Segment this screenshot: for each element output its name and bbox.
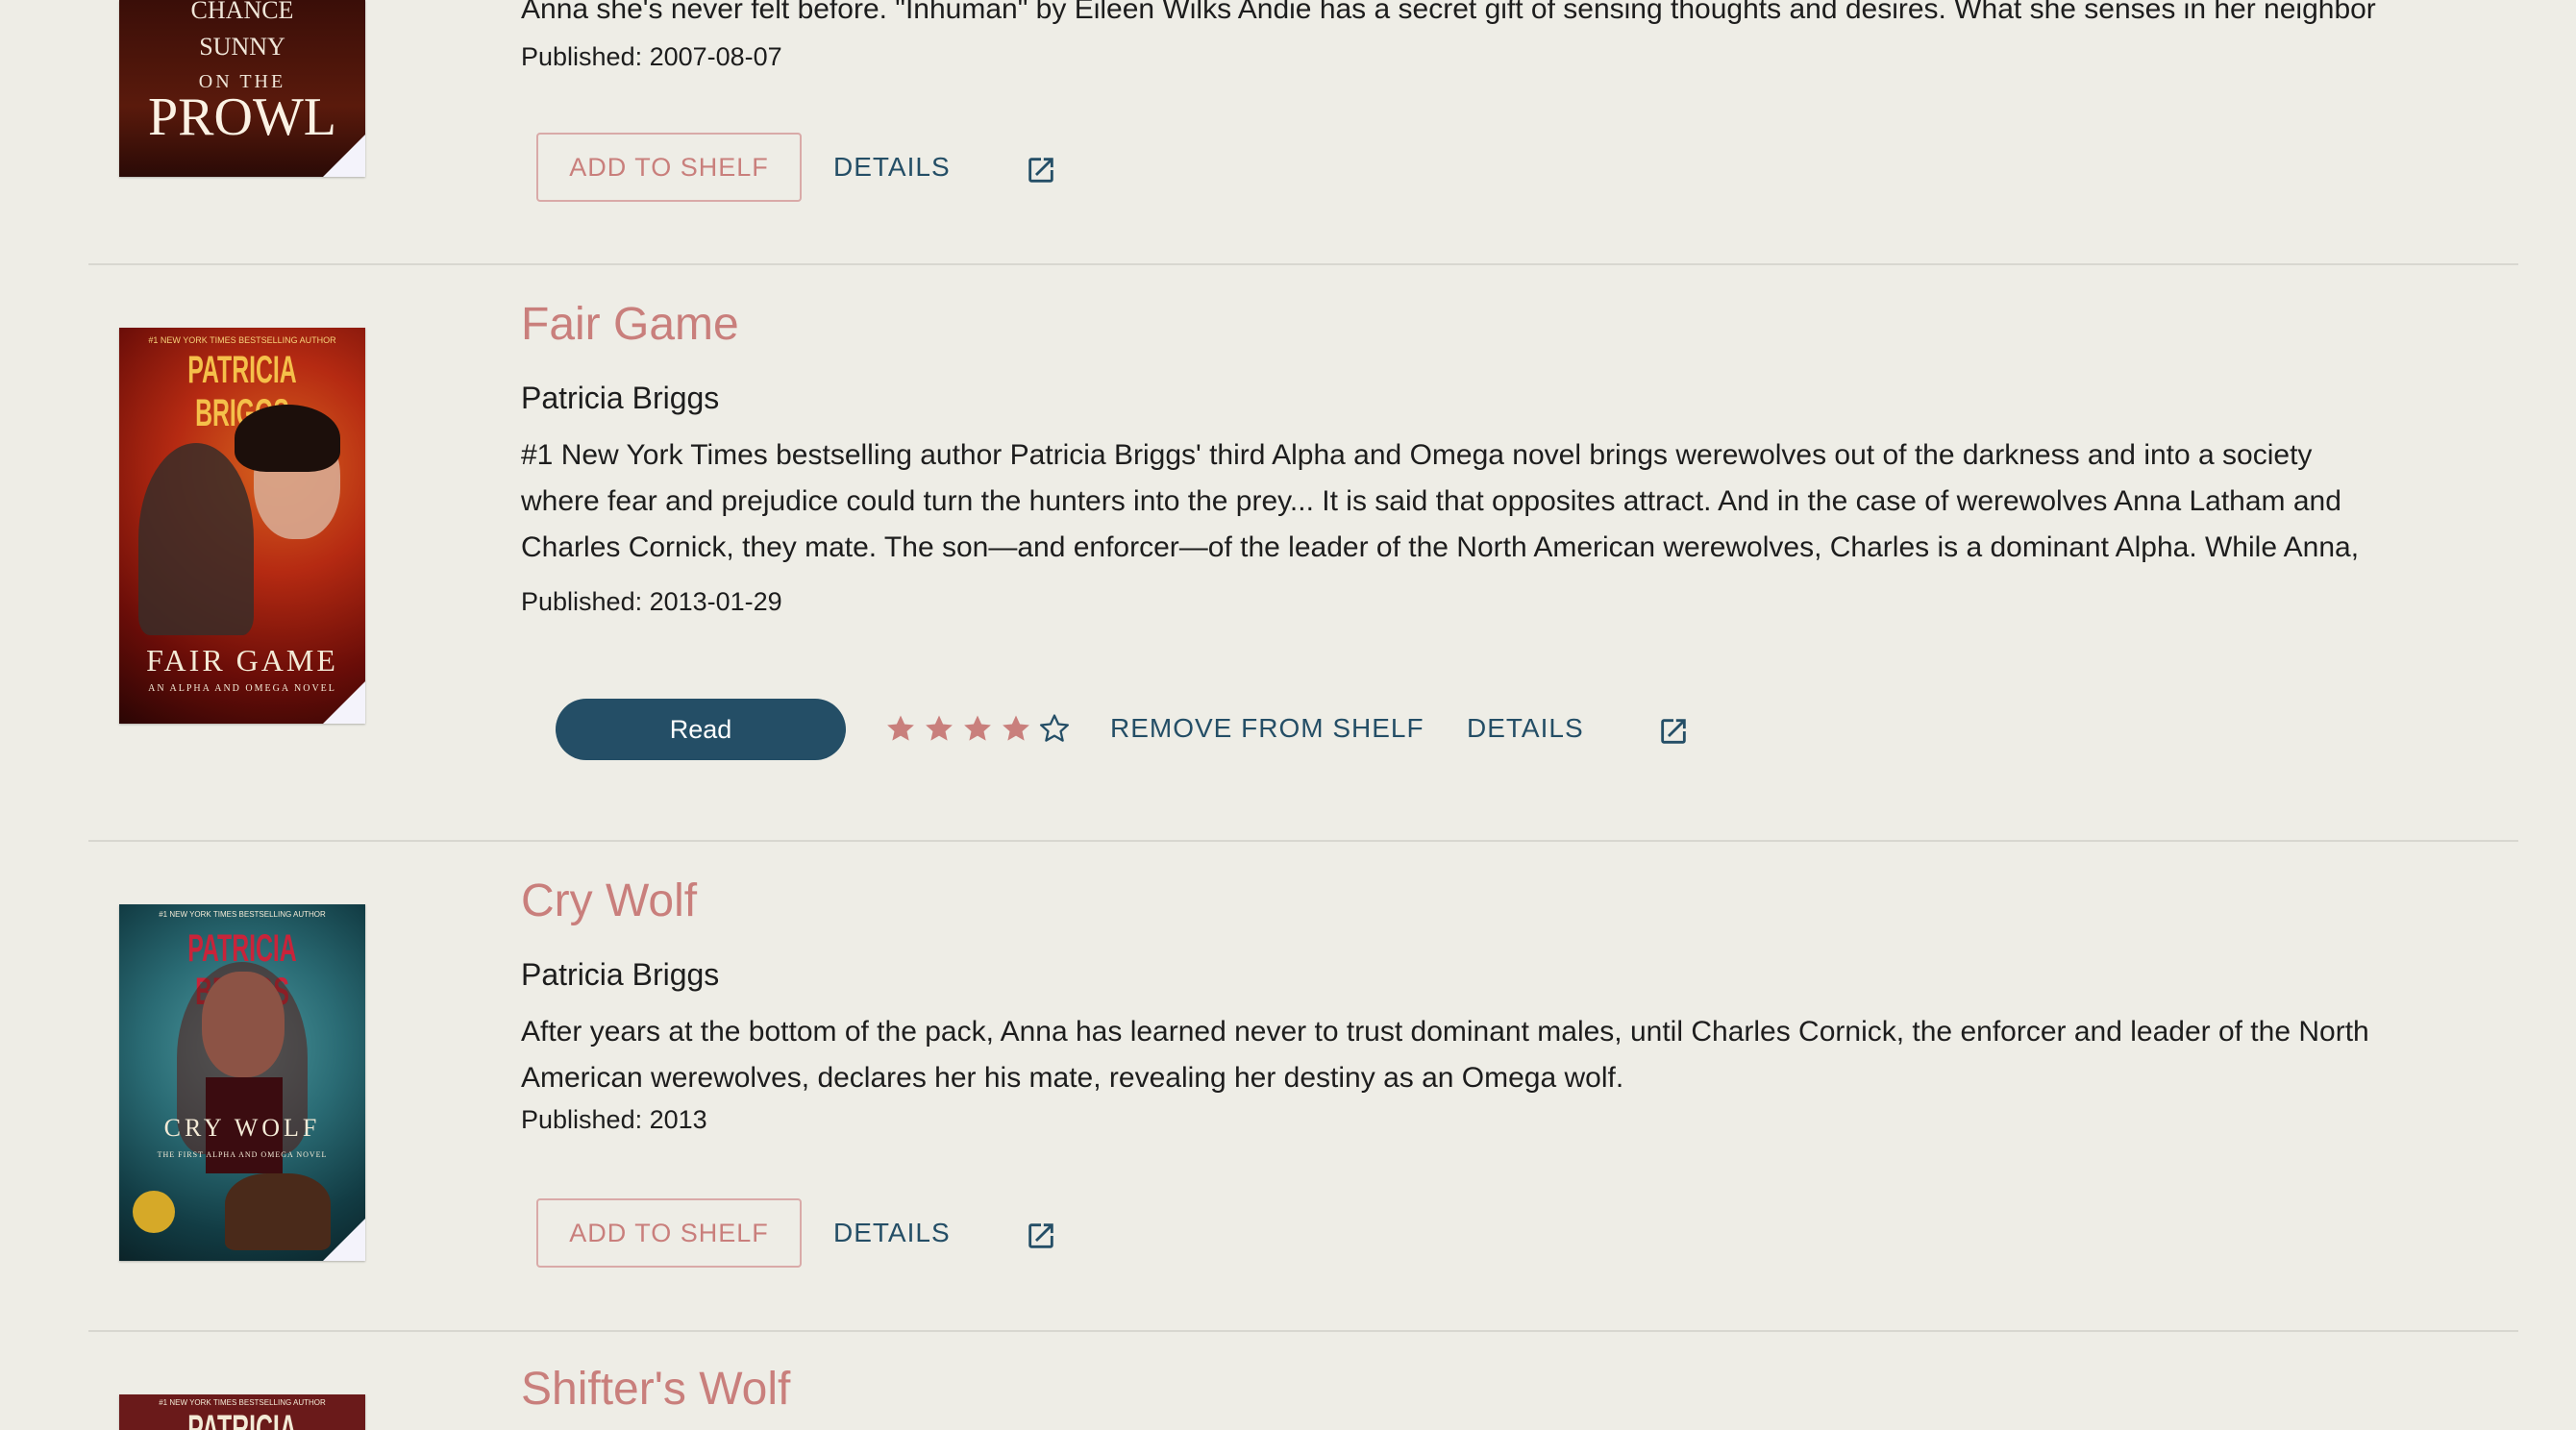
- book-description-line: Charles Cornick, they mate. The son—and …: [521, 531, 2360, 563]
- book-cover[interactable]: #1 NEW YORK TIMES BESTSELLING AUTHOR PAT…: [119, 904, 365, 1261]
- book-cover[interactable]: #1 NEW YORK TIMES BESTSELLING AUTHOR PAT…: [119, 328, 365, 724]
- star-outline-icon[interactable]: [1038, 712, 1071, 745]
- page-curl: [323, 135, 365, 177]
- book-author: Patricia Briggs: [521, 381, 720, 415]
- cover-text: #1 NEW YORK TIMES BESTSELLING AUTHOR: [148, 335, 336, 345]
- book-title[interactable]: Fair Game: [521, 298, 739, 351]
- divider: [88, 263, 2518, 265]
- book-title[interactable]: Cry Wolf: [521, 875, 697, 927]
- external-link-icon[interactable]: [1657, 715, 1690, 748]
- book-description-line: After years at the bottom of the pack, A…: [521, 1016, 2369, 1048]
- divider: [88, 840, 2518, 842]
- remove-from-shelf-link[interactable]: REMOVE FROM SHELF: [1110, 713, 1424, 744]
- book-description-line: #1 New York Times bestselling author Pat…: [521, 439, 2313, 471]
- cover-text: #1 NEW YORK TIMES BESTSELLING AUTHOR: [159, 910, 326, 919]
- book-cover[interactable]: CHANCE SUNNY ON THE PROWL: [119, 0, 365, 177]
- add-to-shelf-button[interactable]: ADD TO SHELF: [536, 1198, 802, 1268]
- book-cover[interactable]: #1 NEW YORK TIMES BESTSELLING AUTHOR PAT…: [119, 1394, 365, 1430]
- cover-title: FAIR GAME: [146, 643, 338, 678]
- cover-subtitle: THE FIRST ALPHA AND OMEGA NOVEL: [157, 1150, 328, 1159]
- book-description-line: where fear and prejudice could turn the …: [521, 485, 2341, 517]
- add-to-shelf-button[interactable]: ADD TO SHELF: [536, 133, 802, 202]
- book-published: Published: 2007-08-07: [521, 42, 782, 71]
- details-link[interactable]: DETAILS: [833, 1218, 951, 1248]
- read-status-button[interactable]: Read: [556, 699, 846, 760]
- cover-author: PATRICIA BRIGGS: [187, 1408, 297, 1430]
- cover-figure: [235, 405, 340, 472]
- details-link[interactable]: DETAILS: [833, 152, 951, 183]
- external-link-icon[interactable]: [1025, 154, 1057, 186]
- divider: [88, 1330, 2518, 1332]
- cover-text: SUNNY: [199, 33, 285, 61]
- page-curl: [323, 681, 365, 724]
- star-filled-icon[interactable]: [961, 712, 994, 745]
- book-author: Patricia Briggs: [521, 957, 720, 992]
- star-rating: [884, 712, 1071, 745]
- star-filled-icon[interactable]: [884, 712, 917, 745]
- details-link[interactable]: DETAILS: [1467, 713, 1584, 744]
- cover-text: CHANCE: [190, 0, 294, 24]
- star-filled-icon[interactable]: [1000, 712, 1032, 745]
- cover-figure: [225, 1173, 331, 1250]
- award-badge: [133, 1191, 175, 1233]
- cover-title: CRY WOLF: [163, 1114, 321, 1142]
- book-description-line: American werewolves, declares her his ma…: [521, 1062, 1624, 1094]
- book-published: Published: 2013: [521, 1105, 707, 1134]
- cover-text: #1 NEW YORK TIMES BESTSELLING AUTHOR: [159, 1398, 326, 1407]
- book-description: Anna she's never felt before. "Inhuman" …: [521, 0, 2376, 25]
- external-link-icon[interactable]: [1025, 1220, 1057, 1252]
- cover-figure: [138, 443, 254, 635]
- star-filled-icon[interactable]: [923, 712, 955, 745]
- book-title[interactable]: Shifter's Wolf: [521, 1363, 790, 1416]
- book-published: Published: 2013-01-29: [521, 587, 782, 616]
- page-curl: [323, 1219, 365, 1261]
